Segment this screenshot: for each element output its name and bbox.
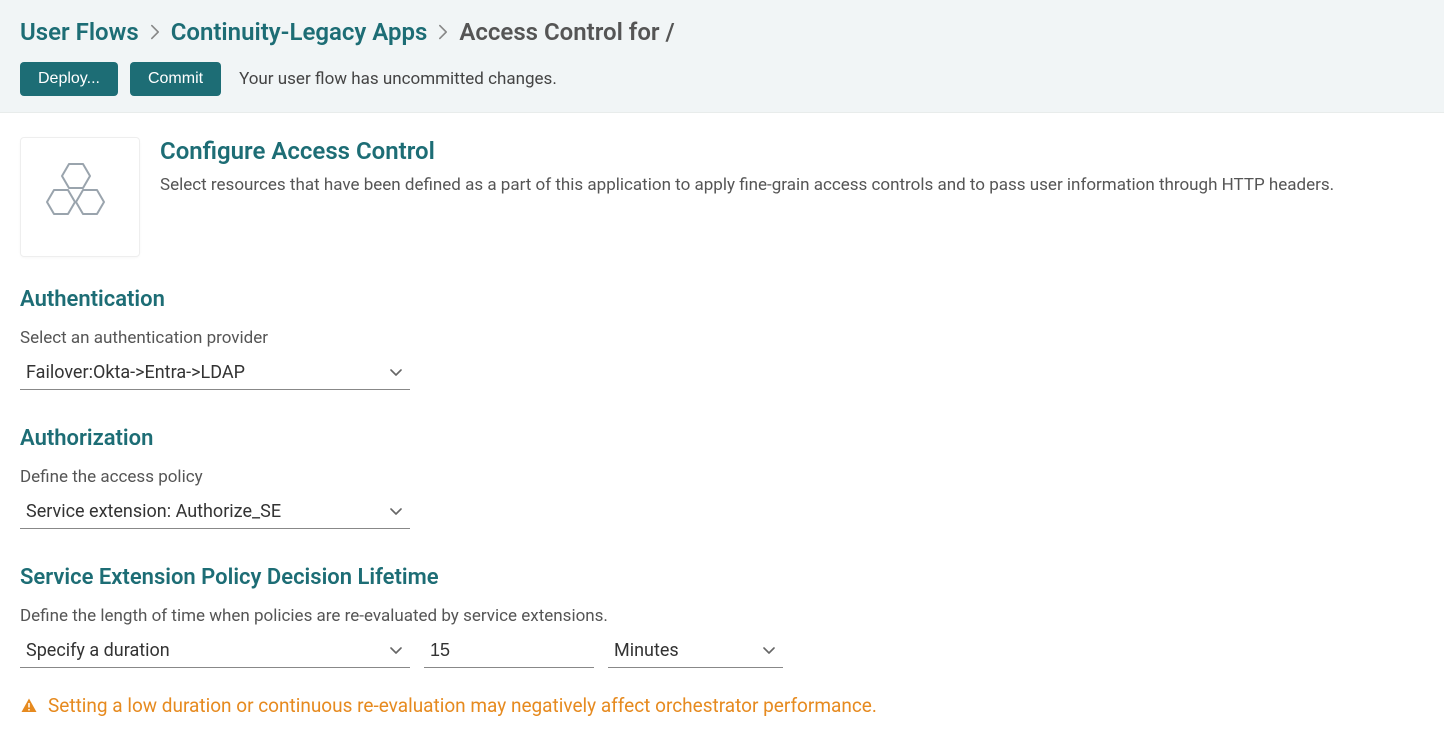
chevron-right-icon [149,18,161,46]
breadcrumb-continuity-legacy-apps[interactable]: Continuity-Legacy Apps [171,18,428,46]
header-bar: User Flows Continuity-Legacy Apps Access… [0,0,1444,113]
authentication-provider-value: Failover:Okta->Entra->LDAP [26,362,245,383]
warning-text: Setting a low duration or continuous re-… [48,694,877,717]
intro-text: Configure Access Control Select resource… [160,137,1334,199]
duration-row: Specify a duration Minutes [20,634,1424,694]
content-area: Configure Access Control Select resource… [0,113,1444,741]
duration-mode-select[interactable]: Specify a duration [20,634,410,668]
chevron-down-icon [763,643,775,659]
breadcrumb-current: Access Control for / [459,18,674,46]
authorization-label: Define the access policy [20,467,1424,487]
deploy-button[interactable]: Deploy... [20,62,118,96]
duration-amount-input[interactable] [424,634,594,668]
breadcrumb: User Flows Continuity-Legacy Apps Access… [20,18,1424,46]
warning-icon [20,697,38,715]
page-title: Configure Access Control [160,137,1334,165]
authentication-heading: Authentication [20,287,1424,312]
access-policy-select[interactable]: Service extension: Authorize_SE [20,495,410,529]
access-policy-value: Service extension: Authorize_SE [26,501,281,522]
duration-unit-value: Minutes [614,640,679,661]
action-row: Deploy... Commit Your user flow has unco… [20,62,1424,96]
chevron-down-icon [390,365,402,381]
chevron-right-icon [437,18,449,46]
chevron-down-icon [390,643,402,659]
hexagons-icon [41,160,119,234]
commit-button[interactable]: Commit [130,62,221,96]
chevron-down-icon [390,504,402,520]
duration-mode-value: Specify a duration [26,640,170,661]
page-description: Select resources that have been defined … [160,173,1334,199]
breadcrumb-user-flows[interactable]: User Flows [20,18,139,46]
duration-unit-select[interactable]: Minutes [608,634,783,668]
authorization-heading: Authorization [20,426,1424,451]
intro-icon-box [20,137,140,257]
warning-row: Setting a low duration or continuous re-… [20,694,1424,717]
lifetime-heading: Service Extension Policy Decision Lifeti… [20,565,1424,590]
status-text: Your user flow has uncommitted changes. [239,69,557,89]
intro-section: Configure Access Control Select resource… [20,137,1424,257]
lifetime-label: Define the length of time when policies … [20,606,1424,626]
authentication-label: Select an authentication provider [20,328,1424,348]
authentication-provider-select[interactable]: Failover:Okta->Entra->LDAP [20,356,410,390]
